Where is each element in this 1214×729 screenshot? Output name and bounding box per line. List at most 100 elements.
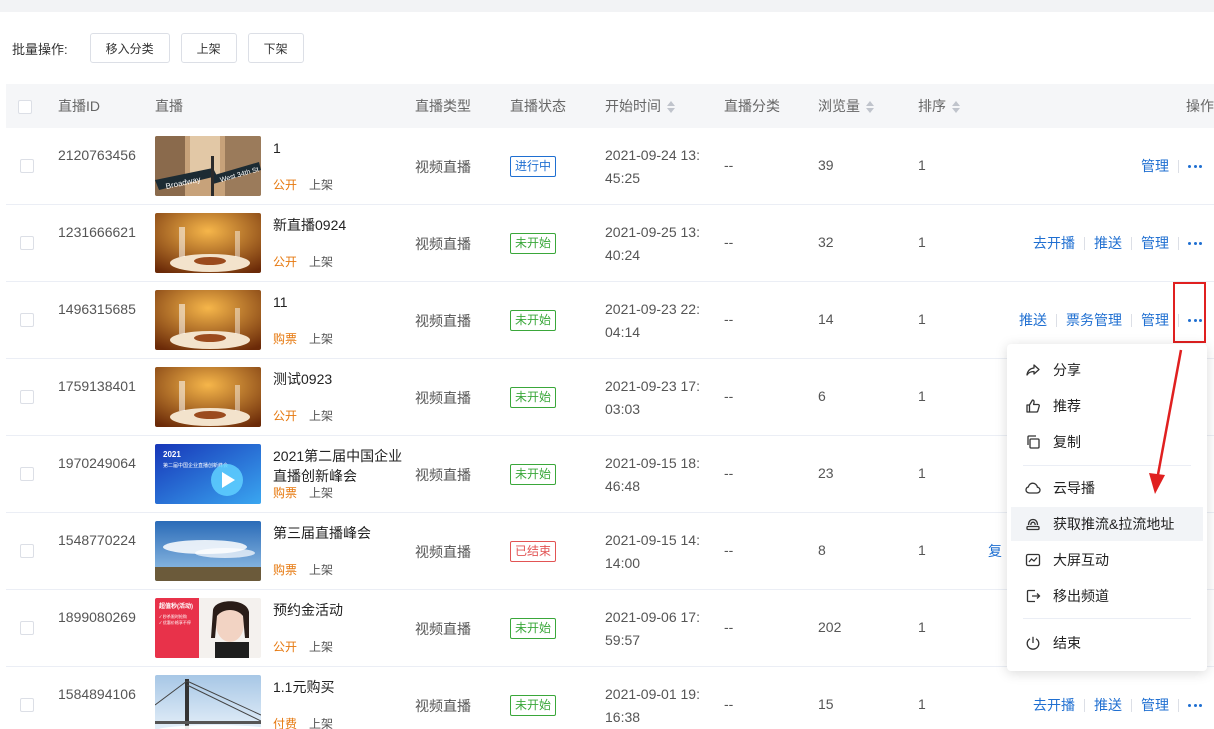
manage-link[interactable]: 管理 bbox=[1141, 156, 1169, 176]
more-actions-button[interactable] bbox=[1188, 159, 1202, 173]
view-count: 39 bbox=[818, 157, 834, 173]
row-checkbox[interactable] bbox=[20, 159, 34, 173]
push-link[interactable]: 推送 bbox=[1094, 695, 1122, 715]
row-checkbox[interactable] bbox=[20, 236, 34, 250]
table-row: 2120763456 Broadway West 34th St 1 公开 上架 视频直播 进… bbox=[6, 128, 1214, 205]
action-divider bbox=[1178, 236, 1179, 250]
push-link[interactable]: 推送 bbox=[1019, 310, 1047, 330]
status-badge: 进行中 bbox=[510, 156, 557, 177]
menu-item-big-screen[interactable]: 大屏互动 bbox=[1011, 543, 1203, 577]
live-id: 1899080269 bbox=[58, 609, 136, 625]
live-type: 视频直播 bbox=[415, 544, 471, 560]
start-time: 2021-09-15 18:46:48 bbox=[605, 455, 700, 494]
live-cover-image[interactable]: 2021 第二届中国企业直播创新峰会 bbox=[155, 444, 261, 504]
menu-item-stream-url[interactable]: 获取推流&拉流地址 bbox=[1011, 507, 1203, 541]
live-title[interactable]: 第三届直播峰会 bbox=[273, 523, 403, 543]
live-category: -- bbox=[724, 696, 734, 712]
sort-order: 1 bbox=[918, 234, 926, 250]
copy-link[interactable]: 复 bbox=[988, 541, 1002, 561]
menu-item-end[interactable]: 结束 bbox=[1011, 626, 1203, 660]
live-cover-image[interactable]: Broadway West 34th St bbox=[155, 136, 261, 196]
row-checkbox[interactable] bbox=[20, 698, 34, 712]
live-type: 视频直播 bbox=[415, 313, 471, 329]
live-title[interactable]: 新直播0924 bbox=[273, 215, 403, 235]
menu-item-remove-channel[interactable]: 移出频道 bbox=[1011, 579, 1203, 613]
access-tag: 购票 bbox=[273, 563, 298, 577]
row-checkbox[interactable] bbox=[20, 621, 34, 635]
live-cover-image[interactable]: 超值秒(活动) ✓ 秒杀限时抢购 ✓ 优惠价格享不停 bbox=[155, 598, 261, 658]
row-checkbox[interactable] bbox=[20, 544, 34, 558]
select-all-checkbox[interactable] bbox=[18, 100, 32, 114]
share-icon bbox=[1026, 364, 1040, 376]
start-live-link[interactable]: 去开播 bbox=[1033, 233, 1075, 253]
live-cover-image[interactable] bbox=[155, 213, 261, 273]
live-id: 1231666621 bbox=[58, 224, 136, 240]
start-time: 2021-09-06 17:59:57 bbox=[605, 609, 700, 648]
view-count: 202 bbox=[818, 619, 842, 635]
live-title[interactable]: 预约金活动 bbox=[273, 600, 403, 620]
col-sort[interactable]: 排序 bbox=[918, 84, 960, 128]
live-cover-image[interactable] bbox=[155, 367, 261, 427]
shelf-on-button[interactable]: 上架 bbox=[180, 33, 237, 63]
row-checkbox[interactable] bbox=[20, 390, 34, 404]
col-ops: 操作 bbox=[1186, 98, 1214, 114]
access-tag: 购票 bbox=[273, 486, 298, 500]
content-panel: 批量操作: 移入分类 上架 下架 直播ID 直播 直播类型 直播状态 开始时间 … bbox=[0, 12, 1214, 729]
manage-link[interactable]: 管理 bbox=[1141, 310, 1169, 330]
menu-item-recommend[interactable]: 推荐 bbox=[1011, 389, 1203, 423]
svg-text:✓ 优惠价格享不停: ✓ 优惠价格享不停 bbox=[159, 619, 191, 625]
menu-item-copy[interactable]: 复制 bbox=[1011, 425, 1203, 459]
live-cover-image[interactable] bbox=[155, 521, 261, 581]
shelf-off-button[interactable]: 下架 bbox=[247, 33, 304, 63]
col-views[interactable]: 浏览量 bbox=[818, 84, 874, 128]
live-title[interactable]: 1.1元购买 bbox=[273, 677, 403, 697]
live-title[interactable]: 1 bbox=[273, 138, 403, 158]
sort-icon bbox=[952, 101, 960, 114]
power-icon bbox=[1026, 636, 1040, 650]
move-category-button[interactable]: 移入分类 bbox=[89, 33, 170, 63]
exit-icon bbox=[1026, 589, 1041, 603]
live-cover-image[interactable] bbox=[155, 290, 261, 350]
ticket-manage-link[interactable]: 票务管理 bbox=[1066, 310, 1122, 330]
status-badge: 未开始 bbox=[510, 233, 557, 254]
shelf-tag: 上架 bbox=[309, 409, 334, 423]
live-tags: 公开 上架 bbox=[273, 176, 333, 193]
start-live-link[interactable]: 去开播 bbox=[1033, 695, 1075, 715]
menu-item-share[interactable]: 分享 bbox=[1011, 353, 1203, 387]
menu-item-label: 推荐 bbox=[1053, 398, 1081, 414]
svg-text:超值秒(活动): 超值秒(活动) bbox=[158, 602, 193, 610]
start-time: 2021-09-15 14:14:00 bbox=[605, 532, 700, 571]
live-title[interactable]: 11 bbox=[273, 292, 403, 312]
live-tags: 付费 上架 bbox=[273, 715, 333, 729]
status-badge: 未开始 bbox=[510, 464, 557, 485]
access-tag: 公开 bbox=[273, 178, 298, 192]
menu-item-label: 大屏互动 bbox=[1053, 552, 1109, 568]
live-type: 视频直播 bbox=[415, 467, 471, 483]
view-count: 23 bbox=[818, 465, 834, 481]
manage-link[interactable]: 管理 bbox=[1141, 233, 1169, 253]
live-tags: 购票 上架 bbox=[273, 561, 333, 578]
access-tag: 购票 bbox=[273, 332, 298, 346]
live-category: -- bbox=[724, 388, 734, 404]
action-divider bbox=[1056, 313, 1057, 327]
col-status: 直播状态 bbox=[510, 98, 566, 114]
row-actions: 管理 bbox=[1141, 156, 1202, 176]
col-start-time[interactable]: 开始时间 bbox=[605, 84, 675, 128]
sort-order: 1 bbox=[918, 542, 926, 558]
menu-item-cloud-director[interactable]: 云导播 bbox=[1011, 471, 1203, 505]
more-actions-button[interactable] bbox=[1188, 698, 1202, 712]
live-cover-image[interactable] bbox=[155, 675, 261, 729]
view-count: 8 bbox=[818, 542, 826, 558]
manage-link[interactable]: 管理 bbox=[1141, 695, 1169, 715]
push-link[interactable]: 推送 bbox=[1094, 233, 1122, 253]
table-row: 1584894106 1.1元购买 付费 上架 视频直播 未开始 2021-09-01 19… bbox=[6, 667, 1214, 729]
live-title[interactable]: 测试0923 bbox=[273, 369, 403, 389]
more-actions-button[interactable] bbox=[1188, 236, 1202, 250]
view-count: 32 bbox=[818, 234, 834, 250]
live-type: 视频直播 bbox=[415, 236, 471, 252]
start-time: 2021-09-23 17:03:03 bbox=[605, 378, 700, 417]
row-checkbox[interactable] bbox=[20, 467, 34, 481]
row-checkbox[interactable] bbox=[20, 313, 34, 327]
screen-icon bbox=[1025, 553, 1041, 567]
live-title[interactable]: 2021第二届中国企业直播创新峰会 bbox=[273, 446, 403, 486]
